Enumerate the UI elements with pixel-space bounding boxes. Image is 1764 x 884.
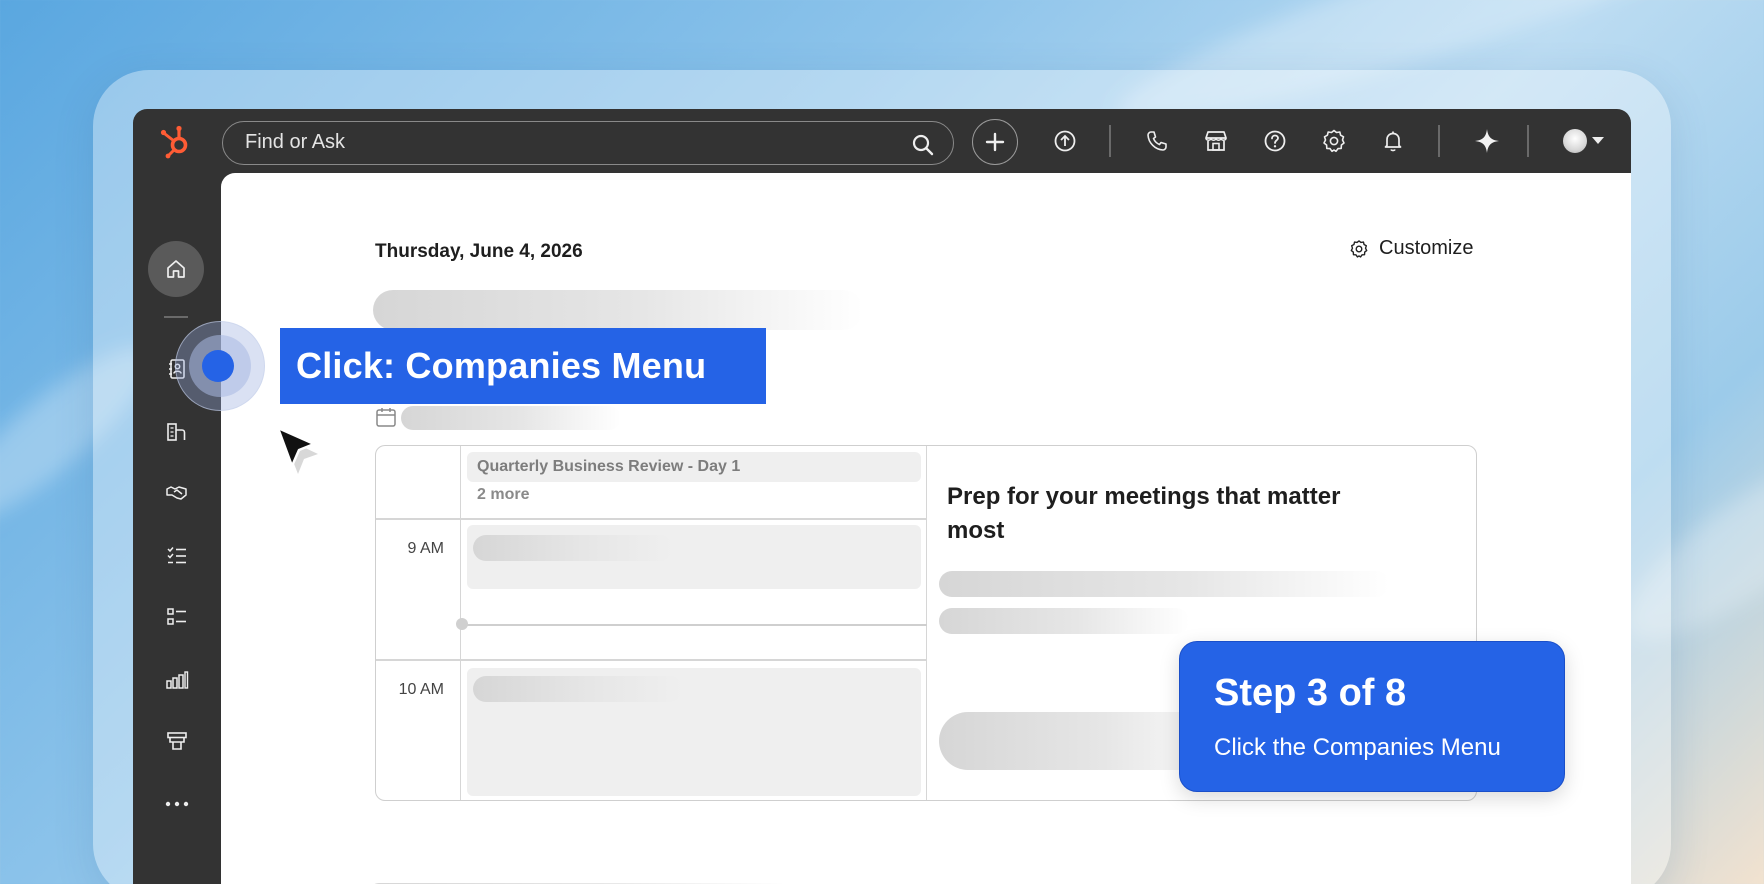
current-time-dot [456, 618, 468, 630]
loading-skeleton [473, 676, 683, 702]
marketplace-icon[interactable] [1202, 127, 1230, 155]
gear-icon [1350, 239, 1368, 258]
sidebar-item-tasks[interactable] [157, 536, 197, 576]
step-description: Click the Companies Menu [1214, 734, 1501, 761]
sparkle-icon[interactable] [1473, 127, 1501, 155]
toolbar-divider [1527, 125, 1529, 157]
left-sidebar [133, 173, 221, 884]
notifications-icon[interactable] [1379, 127, 1407, 155]
divider [461, 659, 927, 661]
event-item[interactable]: Quarterly Business Review - Day 1 [467, 452, 921, 482]
more-icon [165, 801, 189, 807]
deals-icon [166, 486, 187, 500]
sidebar-item-companies[interactable] [157, 412, 197, 452]
sidebar-item-marketing[interactable] [157, 721, 197, 761]
sidebar-item-reports[interactable] [157, 660, 197, 700]
add-icon [985, 132, 1005, 152]
step-callout: Click: Companies Menu [280, 328, 766, 404]
search-icon[interactable] [911, 131, 935, 156]
page-date: Thursday, June 4, 2026 [375, 241, 583, 262]
search-input[interactable]: Find or Ask [222, 121, 954, 165]
loading-skeleton [401, 406, 621, 430]
event-title: Quarterly Business Review - Day 1 [477, 458, 741, 475]
mouse-cursor-icon [274, 424, 322, 482]
loading-skeleton [373, 290, 863, 330]
time-label-9am: 9 AM [407, 540, 444, 557]
event-placeholder [467, 525, 921, 589]
search-placeholder: Find or Ask [245, 131, 346, 153]
time-column: 9 AM 10 AM [376, 446, 461, 800]
tasks-icon [167, 547, 186, 564]
top-navigation-bar: Find or Ask [133, 109, 1631, 173]
reports-icon [166, 671, 189, 689]
companies-icon [167, 423, 186, 441]
step-progress-card: Step 3 of 8 Click the Companies Menu [1179, 641, 1565, 792]
step-title: Step 3 of 8 [1214, 672, 1407, 714]
loading-skeleton [939, 608, 1189, 634]
calendar-icon [375, 406, 397, 428]
hubspot-logo[interactable] [158, 123, 194, 159]
marketing-icon [167, 732, 187, 750]
current-time-line [461, 624, 927, 626]
time-label-10am: 10 AM [398, 681, 444, 698]
sidebar-item-more[interactable] [157, 784, 197, 824]
more-events-link[interactable]: 2 more [477, 486, 529, 504]
loading-skeleton [939, 571, 1389, 597]
divider [376, 518, 461, 520]
toolbar-divider [1109, 125, 1111, 157]
sidebar-item-lists[interactable] [157, 597, 197, 637]
home-icon [167, 260, 185, 278]
sidebar-divider [164, 316, 188, 318]
toolbar-divider [1438, 125, 1440, 157]
help-icon[interactable] [1261, 127, 1289, 155]
loading-skeleton [473, 535, 673, 561]
sidebar-item-home[interactable] [148, 241, 204, 297]
customize-label: Customize [1379, 237, 1474, 259]
upload-icon[interactable] [1051, 127, 1079, 155]
phone-icon[interactable] [1143, 127, 1171, 155]
sidebar-item-deals[interactable] [157, 473, 197, 513]
click-target-dot[interactable] [202, 350, 234, 382]
lists-icon [167, 608, 186, 625]
event-placeholder [467, 668, 921, 796]
events-column: Quarterly Business Review - Day 1 2 more [456, 446, 927, 800]
divider [461, 518, 927, 520]
settings-icon[interactable] [1320, 127, 1348, 155]
chevron-down-icon[interactable] [1592, 137, 1604, 144]
prep-title: Prep for your meetings that matter most [947, 483, 1341, 544]
add-button[interactable] [972, 119, 1018, 165]
customize-button[interactable]: Customize [1349, 237, 1473, 260]
avatar[interactable] [1563, 129, 1587, 153]
divider [376, 659, 461, 661]
